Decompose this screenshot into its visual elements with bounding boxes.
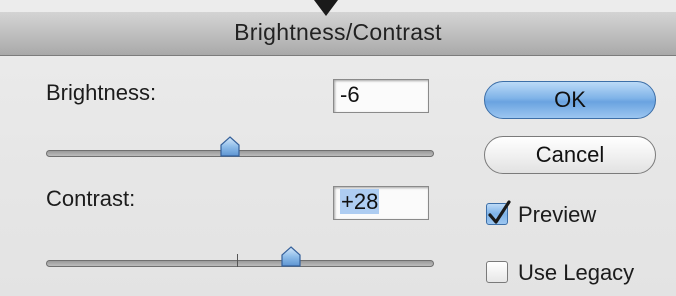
contrast-field[interactable]: +28 xyxy=(333,186,429,220)
ok-button[interactable]: OK xyxy=(484,81,656,119)
contrast-slider-zero-tick xyxy=(237,254,238,267)
down-arrow-icon xyxy=(314,0,338,16)
title-bar[interactable]: Brightness/Contrast xyxy=(0,12,676,56)
slider-thumb-icon xyxy=(220,136,240,157)
cancel-button[interactable]: Cancel xyxy=(484,136,656,174)
preview-checkbox[interactable] xyxy=(486,200,511,225)
slider-thumb-icon xyxy=(281,246,301,267)
contrast-value: +28 xyxy=(340,189,380,214)
brightness-slider-thumb[interactable] xyxy=(219,136,241,158)
brightness-contrast-dialog: Brightness/Contrast Brightness: -6 Contr… xyxy=(0,0,676,296)
checkmark-icon xyxy=(488,200,511,224)
contrast-label: Contrast: xyxy=(46,186,136,211)
brightness-label: Brightness: xyxy=(46,80,157,105)
use-legacy-label[interactable]: Use Legacy xyxy=(518,260,634,286)
preview-label[interactable]: Preview xyxy=(518,202,596,228)
brightness-field[interactable]: -6 xyxy=(333,79,429,113)
contrast-slider[interactable] xyxy=(46,260,434,267)
window-title: Brightness/Contrast xyxy=(234,19,442,45)
brightness-value: -6 xyxy=(340,82,360,107)
contrast-slider-thumb[interactable] xyxy=(280,246,302,268)
use-legacy-checkbox[interactable] xyxy=(486,261,508,283)
